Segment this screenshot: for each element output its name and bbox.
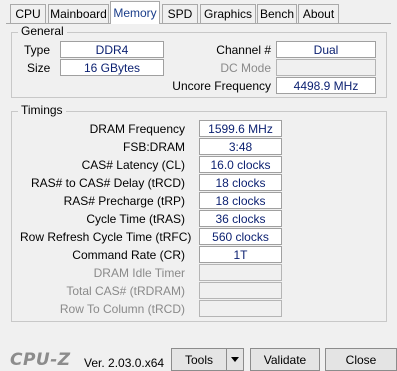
dram-frequency-value: 1599.6 MHz bbox=[199, 120, 282, 137]
tab-panel-border bbox=[6, 23, 391, 24]
tab-bar: CPU Mainboard Memory SPD Graphics Bench … bbox=[0, 0, 397, 24]
chevron-down-icon bbox=[231, 357, 239, 362]
total-cas-value bbox=[199, 282, 282, 299]
channel-value: Dual bbox=[276, 41, 376, 58]
cpuz-logo: CPU-Z bbox=[10, 350, 71, 370]
channel-label: Channel # bbox=[216, 43, 271, 57]
type-label: Type bbox=[24, 43, 51, 57]
tab-mainboard[interactable]: Mainboard bbox=[48, 4, 109, 23]
tab-spd[interactable]: SPD bbox=[162, 4, 198, 23]
timings-group-title: Timings bbox=[18, 103, 66, 117]
row-refresh-label: Row Refresh Cycle Time (tRFC) bbox=[20, 230, 192, 244]
size-value: 16 GBytes bbox=[60, 59, 164, 76]
validate-button[interactable]: Validate bbox=[250, 348, 320, 371]
ras-to-cas-label: RAS# to CAS# Delay (tRCD) bbox=[30, 176, 185, 190]
dram-idle-timer-value bbox=[199, 264, 282, 281]
tab-memory[interactable]: Memory bbox=[110, 1, 160, 24]
type-value: DDR4 bbox=[60, 41, 164, 58]
command-rate-label: Command Rate (CR) bbox=[72, 248, 185, 262]
command-rate-value: 1T bbox=[199, 246, 282, 263]
dc-mode-label: DC Mode bbox=[220, 61, 271, 75]
close-button[interactable]: Close bbox=[325, 348, 397, 371]
dc-mode-value bbox=[276, 59, 376, 76]
cycle-time-label: Cycle Time (tRAS) bbox=[86, 212, 185, 226]
cas-latency-label: CAS# Latency (CL) bbox=[81, 158, 185, 172]
cycle-time-value: 36 clocks bbox=[199, 210, 282, 227]
row-to-column-label: Row To Column (tRCD) bbox=[59, 302, 185, 316]
tools-button[interactable]: Tools bbox=[171, 348, 227, 371]
cas-latency-value: 16.0 clocks bbox=[199, 156, 282, 173]
ras-precharge-label: RAS# Precharge (tRP) bbox=[63, 194, 185, 208]
tab-cpu[interactable]: CPU bbox=[10, 4, 46, 23]
size-label: Size bbox=[27, 61, 51, 75]
uncore-frequency-label: Uncore Frequency bbox=[172, 79, 271, 93]
ras-to-cas-value: 18 clocks bbox=[199, 174, 282, 191]
version-label: Ver. 2.03.0.x64 bbox=[84, 356, 165, 370]
tab-graphics[interactable]: Graphics bbox=[200, 4, 256, 23]
dram-idle-timer-label: DRAM Idle Timer bbox=[93, 266, 185, 280]
fsb-dram-label: FSB:DRAM bbox=[122, 140, 185, 154]
ras-precharge-value: 18 clocks bbox=[199, 192, 282, 209]
tools-dropdown-button[interactable] bbox=[226, 348, 244, 371]
uncore-frequency-value: 4498.9 MHz bbox=[276, 77, 376, 94]
fsb-dram-value: 3:48 bbox=[199, 138, 282, 155]
row-to-column-value bbox=[199, 300, 282, 317]
row-refresh-value: 560 clocks bbox=[199, 228, 282, 245]
total-cas-label: Total CAS# (tRDRAM) bbox=[66, 284, 185, 298]
tab-about[interactable]: About bbox=[298, 4, 339, 23]
tab-bench[interactable]: Bench bbox=[257, 4, 297, 23]
general-group-title: General bbox=[18, 24, 67, 38]
dram-frequency-label: DRAM Frequency bbox=[89, 122, 185, 136]
